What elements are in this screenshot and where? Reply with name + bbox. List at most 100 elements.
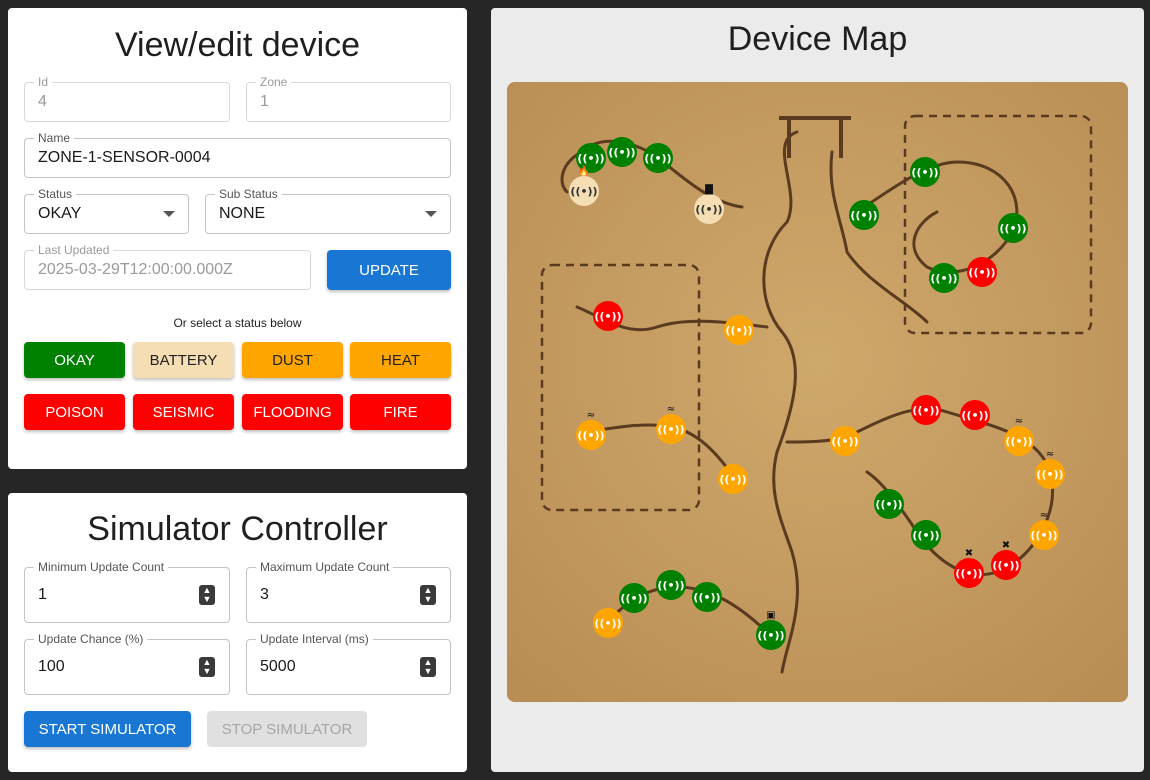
antenna-icon: ((•)) — [1005, 435, 1032, 448]
stepper-icon[interactable]: ▲ ▼ — [420, 585, 436, 605]
status-button-poison[interactable]: POISON — [24, 394, 125, 430]
update-button[interactable]: UPDATE — [327, 250, 451, 290]
update-interval-value[interactable]: 5000 — [260, 640, 296, 694]
zone-field: Zone 1 — [246, 75, 451, 122]
simulator-title: Simulator Controller — [87, 510, 388, 548]
waves-icon: ≈ — [1046, 449, 1054, 460]
status-hint: Or select a status below — [173, 316, 302, 330]
max-update-count-value[interactable]: 3 — [260, 568, 269, 622]
stepper-icon[interactable]: ▲ ▼ — [420, 657, 436, 677]
antenna-icon: ((•)) — [620, 592, 647, 605]
device-marker-warn[interactable]: ((•)) — [724, 315, 754, 345]
antenna-icon: ((•)) — [725, 324, 752, 337]
antenna-icon: ((•)) — [968, 266, 995, 279]
antenna-icon: ((•)) — [577, 152, 604, 165]
last-updated-value: 2025-03-29T12:00:00.000Z — [38, 261, 233, 278]
status-button-heat[interactable]: HEAT — [350, 342, 451, 378]
max-update-count-label: Maximum Update Count — [256, 560, 394, 574]
status-button-okay[interactable]: OKAY — [24, 342, 125, 378]
device-marker-warn[interactable]: ((•)) — [830, 426, 860, 456]
update-interval-field[interactable]: Update Interval (ms) 5000 ▲ ▼ — [246, 632, 451, 695]
device-marker-okay[interactable]: ((•)) — [929, 263, 959, 293]
device-marker-okay[interactable]: ((•)) — [998, 213, 1028, 243]
device-marker-okay[interactable]: ((•)) — [607, 137, 637, 167]
antenna-icon: ((•)) — [719, 473, 746, 486]
antenna-icon: ((•)) — [657, 579, 684, 592]
status-button-dust[interactable]: DUST — [242, 342, 343, 378]
skull-icon: ✖ — [965, 548, 973, 559]
waves-icon: ≈ — [1015, 416, 1023, 427]
antenna-icon: ((•)) — [644, 152, 671, 165]
device-marker-alarm[interactable]: ((•)) — [911, 395, 941, 425]
stepper-icon[interactable]: ▲ ▼ — [199, 585, 215, 605]
last-updated-field: Last Updated 2025-03-29T12:00:00.000Z — [24, 243, 311, 290]
sub-status-value: NONE — [219, 205, 266, 222]
cart-icon: ▣ — [766, 610, 775, 621]
device-marker-alarm[interactable]: ((•)) — [967, 257, 997, 287]
antenna-icon: ((•)) — [608, 146, 635, 159]
wind-icon: ≈ — [587, 410, 595, 421]
antenna-icon: ((•)) — [911, 166, 938, 179]
chevron-down-icon[interactable] — [425, 211, 437, 217]
status-button-battery[interactable]: BATTERY — [133, 342, 234, 378]
update-chance-value[interactable]: 100 — [38, 640, 65, 694]
fire-icon: 🔥 — [578, 164, 590, 177]
wind-icon: ≈ — [667, 404, 675, 415]
antenna-icon: ((•)) — [570, 185, 597, 198]
min-update-count-value[interactable]: 1 — [38, 568, 47, 622]
antenna-icon: ((•)) — [955, 567, 982, 580]
device-map-panel: Device Map ((•)) ((•)) ((•)) ((•)) 🔥 ((•… — [491, 8, 1144, 772]
chevron-down-icon[interactable] — [163, 211, 175, 217]
stepper-icon[interactable]: ▲ ▼ — [199, 657, 215, 677]
stop-simulator-button[interactable]: STOP SIMULATOR — [207, 711, 367, 747]
device-marker-okay[interactable]: ((•)) — [656, 570, 686, 600]
status-button-seismic[interactable]: SEISMIC — [133, 394, 234, 430]
antenna-icon: ((•)) — [912, 529, 939, 542]
device-marker-okay[interactable]: ((•)) — [874, 489, 904, 519]
max-update-count-field[interactable]: Maximum Update Count 3 ▲ ▼ — [246, 560, 451, 623]
antenna-icon: ((•)) — [577, 429, 604, 442]
device-marker-okay[interactable]: ((•)) — [692, 582, 722, 612]
antenna-icon: ((•)) — [999, 222, 1026, 235]
update-chance-field[interactable]: Update Chance (%) 100 ▲ ▼ — [24, 632, 230, 695]
map-canvas: ((•)) ((•)) ((•)) ((•)) 🔥 ((•)) ▇ ((•)) ((•)) ((•… — [507, 82, 1128, 702]
device-marker-okay[interactable]: ((•)) — [619, 583, 649, 613]
device-marker-warn[interactable]: ((•)) — [718, 464, 748, 494]
antenna-icon: ((•)) — [831, 435, 858, 448]
device-marker-warn[interactable]: ((•)) — [593, 608, 623, 638]
antenna-icon: ((•)) — [757, 629, 784, 642]
device-marker-alarm[interactable]: ((•)) — [593, 301, 623, 331]
antenna-icon: ((•)) — [912, 404, 939, 417]
device-map-title: Device Map — [727, 20, 908, 58]
view-edit-title: View/edit device — [114, 26, 361, 64]
id-value: 4 — [38, 93, 47, 110]
status-value: OKAY — [38, 205, 82, 222]
device-map[interactable]: ((•)) ((•)) ((•)) ((•)) 🔥 ((•)) ▇ ((•)) ((•)) ((•… — [507, 82, 1128, 702]
name-value[interactable]: ZONE-1-SENSOR-0004 — [38, 139, 211, 177]
antenna-icon: ((•)) — [1030, 529, 1057, 542]
id-field: Id 4 — [24, 75, 230, 122]
name-field[interactable]: Name ZONE-1-SENSOR-0004 — [24, 131, 451, 178]
device-marker-okay[interactable]: ((•)) — [911, 520, 941, 550]
zone-value: 1 — [260, 93, 269, 110]
view-edit-device-panel: View/edit device Id 4 Zone 1 Name ZONE-1… — [8, 8, 467, 469]
status-button-fire[interactable]: FIRE — [350, 394, 451, 430]
antenna-icon: ((•)) — [657, 423, 684, 436]
antenna-icon: ((•)) — [695, 203, 722, 216]
map-ground — [507, 82, 1128, 702]
status-button-flooding[interactable]: FLOODING — [242, 394, 343, 430]
device-marker-alarm[interactable]: ((•)) — [960, 400, 990, 430]
simulator-controller-panel: Simulator Controller Minimum Update Coun… — [8, 493, 467, 772]
antenna-icon: ((•)) — [594, 617, 621, 630]
skull-icon: ✖ — [1002, 540, 1010, 551]
antenna-icon: ((•)) — [693, 591, 720, 604]
antenna-icon: ((•)) — [850, 209, 877, 222]
antenna-icon: ((•)) — [875, 498, 902, 511]
device-marker-okay[interactable]: ((•)) — [643, 143, 673, 173]
min-update-count-field[interactable]: Minimum Update Count 1 ▲ ▼ — [24, 560, 230, 623]
start-simulator-button[interactable]: START SIMULATOR — [24, 711, 191, 747]
status-select[interactable]: Status OKAY — [24, 187, 189, 234]
device-marker-okay[interactable]: ((•)) — [910, 157, 940, 187]
sub-status-select[interactable]: Sub Status NONE — [205, 187, 451, 234]
device-marker-okay[interactable]: ((•)) — [849, 200, 879, 230]
